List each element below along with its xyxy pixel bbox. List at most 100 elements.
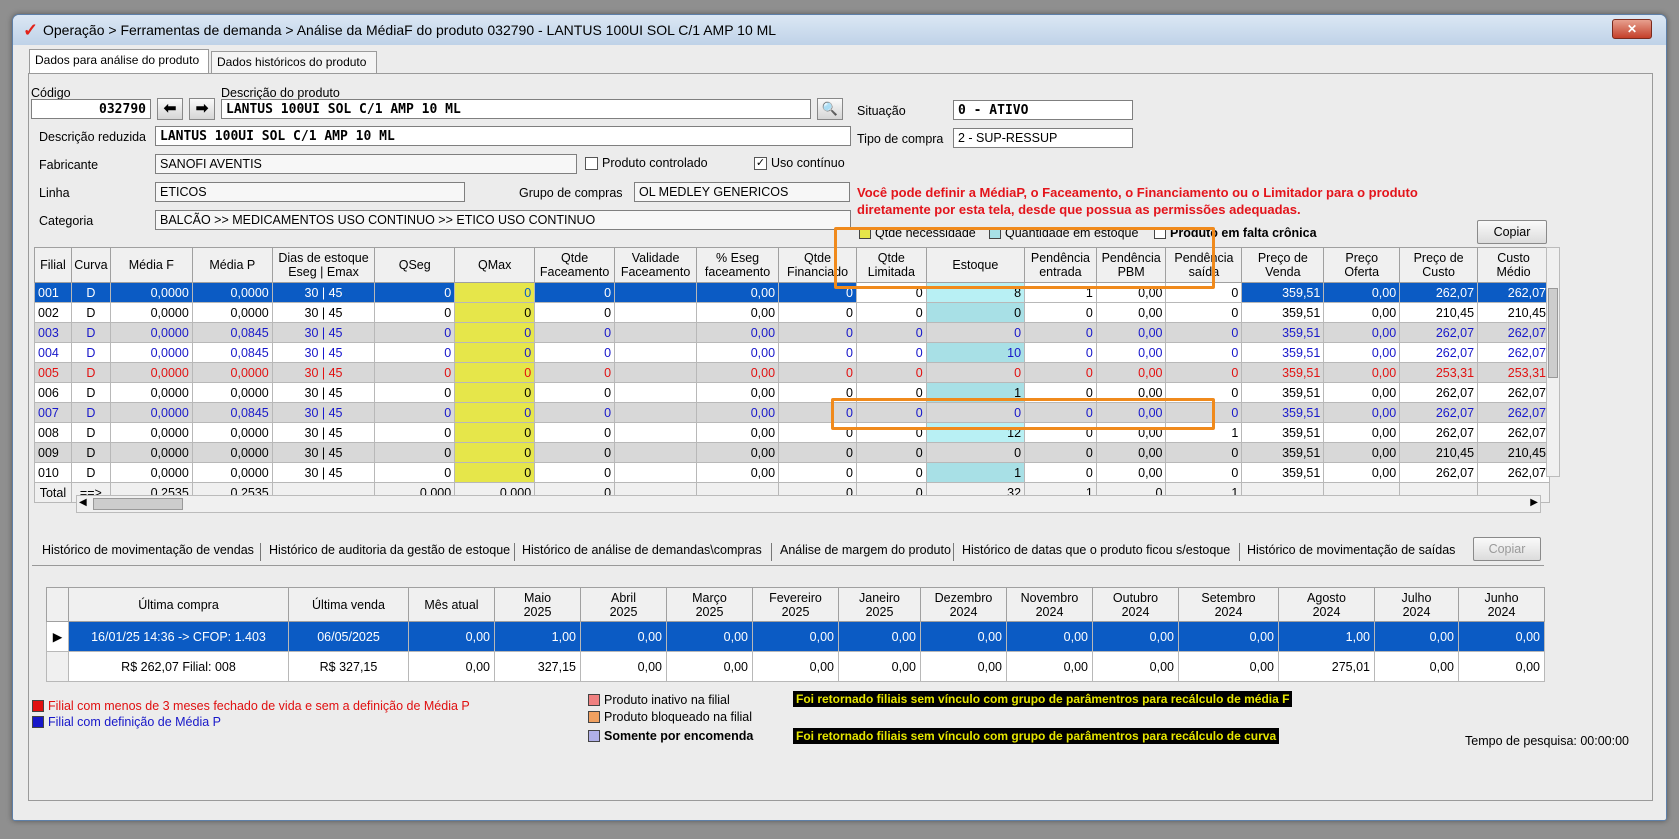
- table-cell[interactable]: [614, 322, 698, 343]
- table-cell[interactable]: 0: [1165, 302, 1243, 323]
- desc-reduzida-field[interactable]: LANTUS 100UI SOL C/1 AMP 10 ML: [155, 126, 851, 146]
- grid-header-cell[interactable]: Preço de Venda: [1241, 247, 1325, 283]
- hist-cell[interactable]: 0,00: [1006, 651, 1093, 682]
- table-cell[interactable]: 0: [374, 462, 456, 483]
- table-cell[interactable]: 0,00: [1095, 302, 1167, 323]
- table-cell[interactable]: 0,00: [696, 462, 780, 483]
- table-cell[interactable]: 0,0000: [191, 282, 273, 303]
- table-cell[interactable]: 0: [778, 362, 857, 383]
- grid-header-cell[interactable]: Média F: [109, 247, 193, 283]
- table-cell[interactable]: 0: [534, 282, 616, 303]
- table-cell[interactable]: 0: [374, 402, 456, 423]
- table-row[interactable]: 007 D 0,0000 0,0845 30 | 45 0 0 0 0,00 0 0 0 0 0,00 0 3…: [34, 402, 1550, 423]
- close-button[interactable]: ✕: [1612, 19, 1652, 39]
- table-cell[interactable]: 30 | 45: [271, 282, 376, 303]
- table-cell[interactable]: 253,31: [1477, 362, 1550, 383]
- search-icon[interactable]: 🔍: [817, 98, 843, 120]
- table-cell[interactable]: 0,00: [696, 402, 780, 423]
- table-cell[interactable]: 0,00: [696, 282, 780, 303]
- hist-cell[interactable]: 0,00: [920, 621, 1007, 652]
- hist-header-cell[interactable]: Maio 2025: [494, 587, 581, 622]
- grid-header-cell[interactable]: Média P: [191, 247, 273, 283]
- table-cell[interactable]: 0: [374, 342, 456, 363]
- table-cell[interactable]: [614, 422, 698, 443]
- table-cell[interactable]: 262,07: [1477, 402, 1550, 423]
- table-cell[interactable]: 0: [1024, 442, 1097, 463]
- table-cell[interactable]: 0,00: [1323, 462, 1401, 483]
- hist-cell[interactable]: R$ 262,07 Filial: 008: [68, 651, 289, 682]
- table-cell[interactable]: 0: [855, 362, 927, 383]
- produto-controlado-checkbox[interactable]: Produto controlado: [585, 156, 708, 170]
- hist-header-cell[interactable]: Última venda: [288, 587, 409, 622]
- grid-horizontal-scrollbar[interactable]: ◀ ▶: [76, 495, 1541, 513]
- table-cell[interactable]: 262,07: [1477, 422, 1550, 443]
- table-row[interactable]: 004 D 0,0000 0,0845 30 | 45 0 0 0 0,00 0 0 10 0 0,00 0…: [34, 342, 1550, 363]
- hist-cell[interactable]: 0,00: [408, 651, 495, 682]
- table-cell[interactable]: 0: [534, 362, 616, 383]
- hist-header-cell[interactable]: Agosto 2024: [1278, 587, 1375, 622]
- table-cell[interactable]: D: [70, 362, 111, 383]
- table-cell[interactable]: 262,07: [1399, 342, 1479, 363]
- table-cell[interactable]: 0,00: [696, 362, 780, 383]
- table-row[interactable]: 009 D 0,0000 0,0000 30 | 45 0 0 0 0,00 0 0 0 0 0,00 0 3…: [34, 442, 1550, 463]
- table-cell[interactable]: 262,07: [1399, 462, 1479, 483]
- table-cell[interactable]: 0: [454, 342, 536, 363]
- table-cell[interactable]: 0: [1165, 462, 1243, 483]
- hist-row[interactable]: ▶ 16/01/25 14:36 -> CFOP: 1.403 06/05/2025…: [46, 621, 1545, 652]
- hist-cell[interactable]: 275,01: [1278, 651, 1375, 682]
- table-cell[interactable]: 30 | 45: [271, 362, 376, 383]
- table-cell[interactable]: 0,00: [1323, 282, 1401, 303]
- table-cell[interactable]: 0: [778, 302, 857, 323]
- grid-header-cell[interactable]: Custo Médio: [1477, 247, 1550, 283]
- situacao-field[interactable]: 0 - ATIVO: [953, 100, 1133, 120]
- table-cell[interactable]: 0,0000: [109, 462, 193, 483]
- table-cell[interactable]: 0: [534, 422, 616, 443]
- table-cell[interactable]: 0,00: [1323, 342, 1401, 363]
- table-cell[interactable]: 0: [374, 362, 456, 383]
- hist-cell[interactable]: 06/05/2025: [288, 621, 409, 652]
- grid-header-cell[interactable]: Validade Faceamento: [614, 247, 698, 283]
- table-cell[interactable]: 001: [34, 282, 72, 303]
- hist-header-cell[interactable]: Junho 2024: [1458, 587, 1545, 622]
- table-cell[interactable]: 0,00: [1095, 362, 1167, 383]
- hist-cell[interactable]: 0,00: [1458, 621, 1545, 652]
- codigo-field[interactable]: 032790: [31, 99, 151, 119]
- table-cell[interactable]: 0,0000: [109, 442, 193, 463]
- table-cell[interactable]: 0: [454, 322, 536, 343]
- table-cell[interactable]: 0,0000: [109, 322, 193, 343]
- table-cell[interactable]: 010: [34, 462, 72, 483]
- hist-cell[interactable]: 0,00: [920, 651, 1007, 682]
- table-cell[interactable]: 0,00: [1323, 322, 1401, 343]
- table-cell[interactable]: 210,45: [1477, 302, 1550, 323]
- scroll-thumb[interactable]: [93, 498, 183, 510]
- tab-margem[interactable]: Análise de margem do produto: [780, 543, 951, 557]
- hist-header-cell[interactable]: Dezembro 2024: [920, 587, 1007, 622]
- row-pointer-icon[interactable]: [46, 651, 69, 682]
- hist-header-cell[interactable]: Março 2025: [666, 587, 753, 622]
- table-cell[interactable]: 002: [34, 302, 72, 323]
- table-cell[interactable]: 0,00: [1095, 442, 1167, 463]
- hist-cell[interactable]: 0,00: [1006, 621, 1093, 652]
- hist-row[interactable]: R$ 262,07 Filial: 008 R$ 327,15 0,00 327,15…: [46, 651, 1545, 682]
- table-cell[interactable]: 008: [34, 422, 72, 443]
- table-cell[interactable]: 0,00: [1323, 382, 1401, 403]
- uso-continuo-checkbox[interactable]: ✓ Uso contínuo: [754, 156, 845, 170]
- grid-header-cell[interactable]: Qtde Faceamento: [534, 247, 616, 283]
- table-cell[interactable]: 0: [454, 442, 536, 463]
- table-cell[interactable]: 0: [454, 382, 536, 403]
- hist-cell[interactable]: 0,00: [1092, 651, 1179, 682]
- table-cell[interactable]: [614, 382, 698, 403]
- table-cell[interactable]: 0: [454, 402, 536, 423]
- table-cell[interactable]: 1: [925, 462, 1026, 483]
- table-row[interactable]: 010 D 0,0000 0,0000 30 | 45 0 0 0 0,00 0 0 1 0 0,00 0 3…: [34, 462, 1550, 483]
- grid-header-cell[interactable]: Preço de Custo: [1399, 247, 1479, 283]
- hist-header-cell[interactable]: Janeiro 2025: [838, 587, 921, 622]
- table-cell[interactable]: [614, 302, 698, 323]
- tab-hist-auditoria[interactable]: Histórico de auditoria da gestão de esto…: [269, 543, 510, 557]
- table-cell[interactable]: [614, 282, 698, 303]
- table-cell[interactable]: 0,0845: [191, 342, 273, 363]
- hist-cell[interactable]: 0,00: [1458, 651, 1545, 682]
- scroll-left-icon[interactable]: ◀: [79, 497, 87, 508]
- copiar-hist-button[interactable]: Copiar: [1473, 537, 1541, 561]
- table-cell[interactable]: 0: [855, 302, 927, 323]
